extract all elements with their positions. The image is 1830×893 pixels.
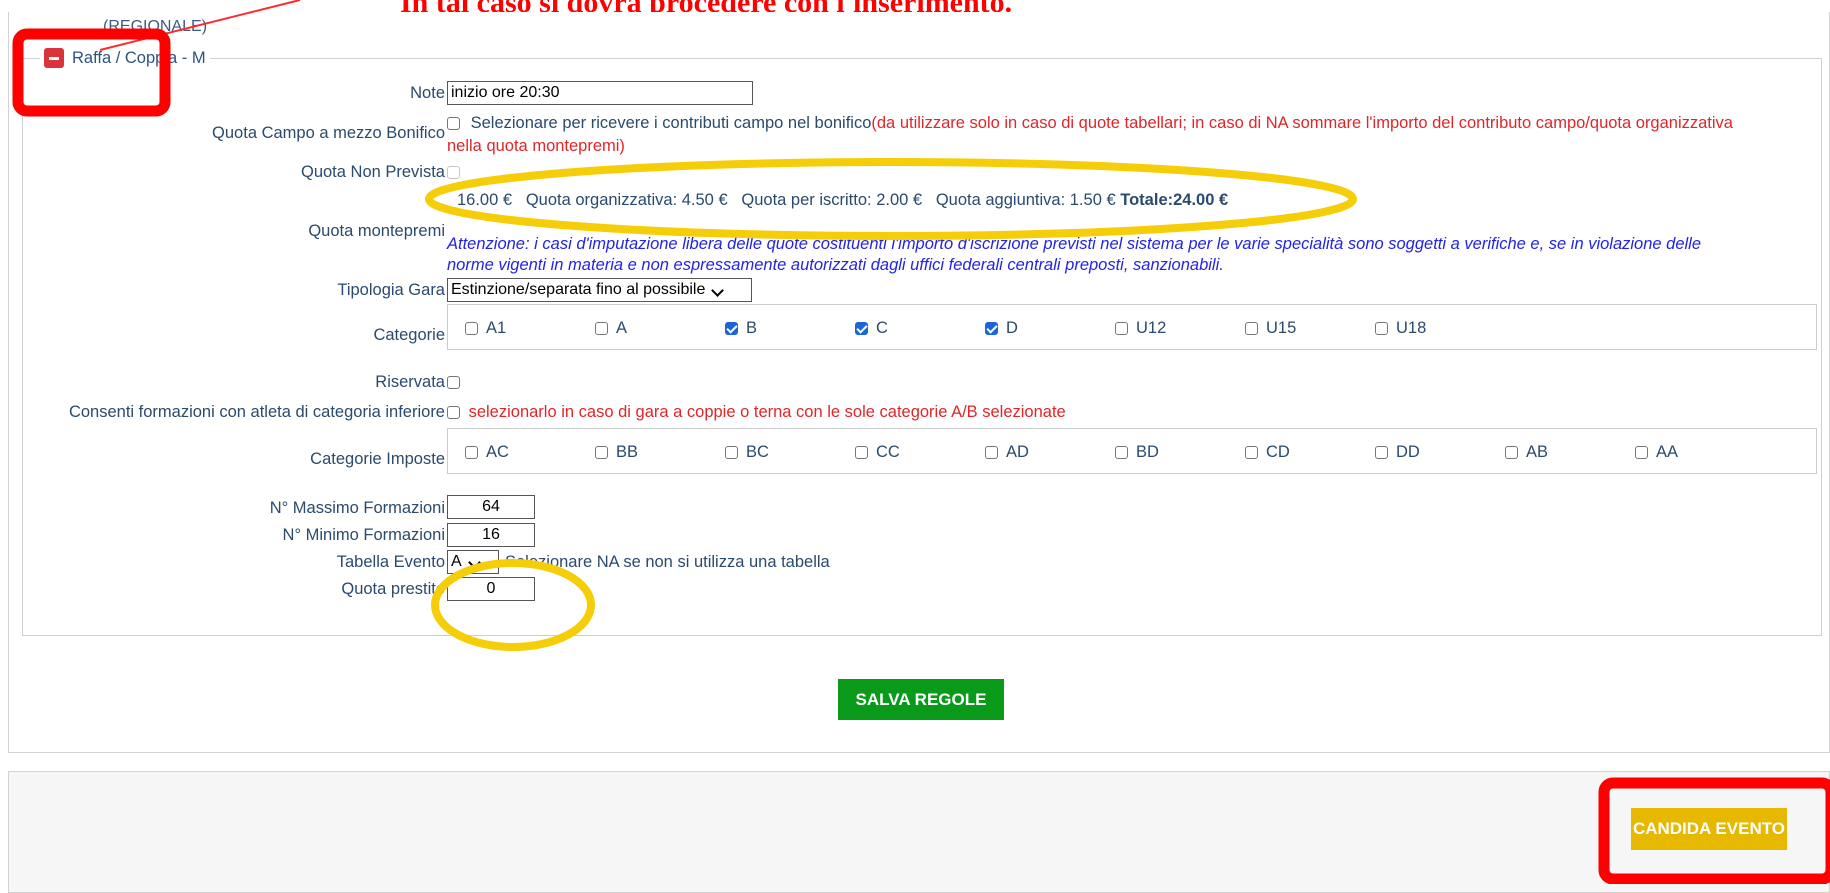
annotation-overlay (12, 0, 1830, 884)
annotation-red-box-candida (1598, 777, 1830, 884)
annotation-red-box-section (12, 28, 171, 117)
annotation-arrow-line (99, 0, 301, 51)
annotation-yellow-ellipse-quote (425, 158, 1357, 240)
annotation-yellow-ellipse-prestito (431, 559, 595, 651)
